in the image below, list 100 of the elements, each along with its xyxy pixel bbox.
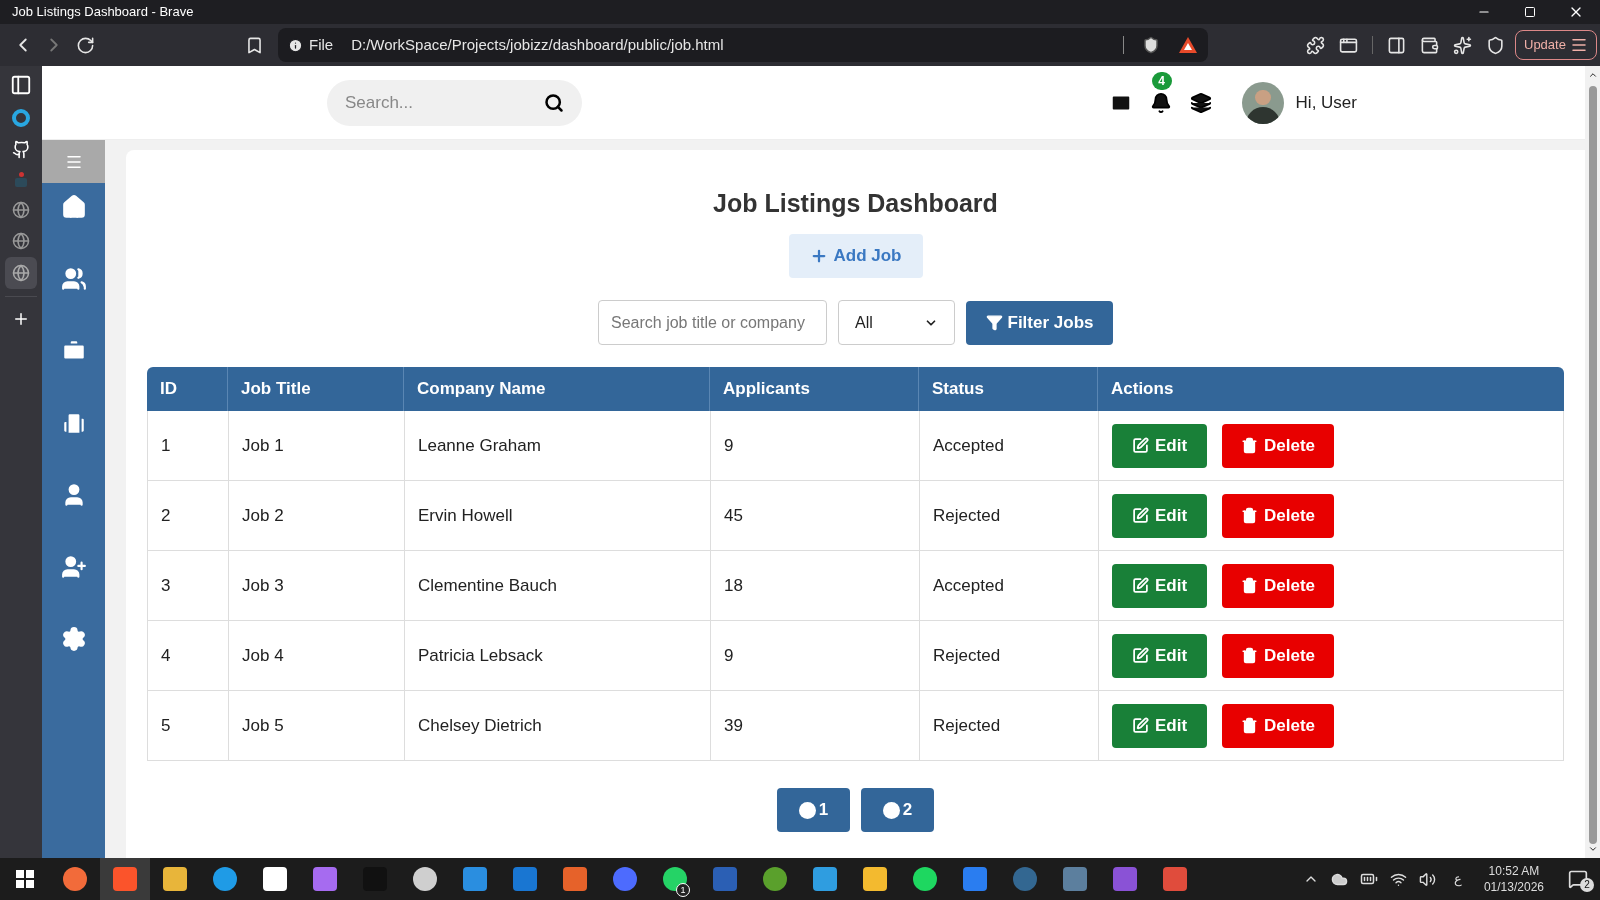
edit-button[interactable]: Edit: [1112, 703, 1207, 748]
bell-icon[interactable]: [1149, 91, 1172, 114]
status-select[interactable]: All: [838, 300, 955, 345]
info-icon: [288, 37, 303, 53]
app-icon[interactable]: [763, 867, 787, 891]
app-icon[interactable]: [413, 867, 437, 891]
edit-button[interactable]: Edit: [1112, 633, 1207, 678]
pencil-icon: [1131, 437, 1149, 454]
globe-icon[interactable]: [12, 232, 30, 250]
app-icon[interactable]: [63, 867, 87, 891]
filter-button[interactable]: Filter Jobs: [966, 300, 1113, 345]
scroll-up-icon[interactable]: [1587, 70, 1598, 80]
edit-button[interactable]: Edit: [1112, 423, 1207, 468]
add-icon[interactable]: [12, 310, 30, 328]
sidebar-icon[interactable]: [1387, 35, 1406, 55]
reload-icon[interactable]: [76, 35, 95, 55]
app-icon[interactable]: [213, 867, 237, 891]
sparkle-icon[interactable]: [1453, 35, 1472, 55]
avatar[interactable]: [1241, 81, 1284, 124]
table-cell-text: 4: [161, 644, 171, 667]
update-button[interactable]: Update: [1515, 30, 1597, 60]
column-header: Actions: [1111, 378, 1174, 401]
table-cell-text: 1: [161, 434, 171, 457]
bookmark-icon[interactable]: [245, 35, 264, 55]
panel-icon[interactable]: [10, 74, 32, 96]
table-cell-text: Job 2: [242, 504, 284, 527]
trash-icon: [1241, 717, 1258, 734]
github-icon[interactable]: [11, 140, 31, 159]
url-scheme: File: [309, 34, 334, 55]
restore-icon: [1524, 6, 1536, 18]
wallet-icon[interactable]: [1420, 35, 1439, 55]
column-header: Applicants: [723, 378, 810, 401]
table-cell-text: Rejected: [933, 504, 1001, 527]
add-job-button[interactable]: Add Job: [788, 234, 923, 278]
settings-icon[interactable]: [60, 626, 87, 652]
column-header: Status: [932, 378, 984, 401]
job-search-field[interactable]: Search job title or company: [598, 300, 827, 345]
badge: 1: [676, 883, 690, 897]
globe-icon: [12, 264, 30, 282]
app-icon[interactable]: [913, 867, 937, 891]
notification-count: 2: [1580, 878, 1594, 892]
triangle-icon[interactable]: [1178, 36, 1198, 54]
delete-button[interactable]: Delete: [1222, 423, 1334, 468]
address-bar[interactable]: File D:/WorkSpace/Projects/jobizz/dashboard/public/job.html: [278, 28, 1208, 62]
shield-icon[interactable]: [1486, 35, 1505, 55]
clock-date[interactable]: 01/13/2026: [1483, 879, 1544, 895]
notification-icon[interactable]: [1568, 869, 1588, 889]
clock-time[interactable]: 10:52 AM: [1488, 863, 1540, 879]
layers-icon[interactable]: [1189, 91, 1212, 114]
search-field[interactable]: Search...: [327, 79, 582, 126]
edit-button[interactable]: Edit: [1112, 563, 1207, 608]
page-button[interactable]: 1: [777, 788, 850, 832]
page-title: Job Listings Dashboard: [713, 188, 998, 218]
search-icon[interactable]: [544, 92, 564, 113]
app-icon[interactable]: [663, 867, 687, 891]
globe-tab[interactable]: [5, 257, 37, 289]
table-cell-text: Clementine Bauch: [418, 574, 557, 597]
pencil-icon: [1131, 577, 1149, 594]
page-button[interactable]: 2: [861, 788, 934, 832]
delete-button[interactable]: Delete: [1222, 703, 1334, 748]
volume-icon[interactable]: [1418, 870, 1436, 888]
home-icon[interactable]: [60, 194, 87, 220]
add-user-icon[interactable]: [60, 554, 87, 580]
scrollbar[interactable]: [1585, 66, 1600, 858]
table-cell-text: 3: [161, 574, 171, 597]
table-cell-text: Patricia Lebsack: [418, 644, 543, 667]
trash-icon: [1241, 647, 1258, 664]
table-cell-text: Leanne Graham: [418, 434, 541, 457]
edit-button[interactable]: Edit: [1112, 493, 1207, 538]
table-cell-text: Rejected: [933, 714, 1001, 737]
extensions-icon[interactable]: [1306, 35, 1325, 55]
window-search-icon[interactable]: [1339, 35, 1358, 55]
keyboard-language[interactable]: ع: [1453, 869, 1462, 889]
users-icon[interactable]: [60, 266, 87, 292]
trash-icon: [1241, 437, 1258, 454]
delete-button[interactable]: Delete: [1222, 633, 1334, 678]
table-cell-text: 18: [724, 574, 743, 597]
globe-icon[interactable]: [12, 201, 30, 219]
table-cell-text: 2: [161, 504, 171, 527]
table-cell-text: Rejected: [933, 644, 1001, 667]
table-cell-text: 9: [724, 644, 734, 667]
table-cell-text: Job 4: [242, 644, 284, 667]
scroll-thumb[interactable]: [1588, 86, 1597, 844]
column-header: Job Title: [241, 378, 311, 401]
shield-icon[interactable]: [1142, 36, 1160, 54]
table-cell-text: 45: [724, 504, 743, 527]
delete-button[interactable]: Delete: [1222, 563, 1334, 608]
table-cell-text: 5: [161, 714, 171, 737]
column-header: ID: [160, 378, 177, 401]
table-cell-text: Job 5: [242, 714, 284, 737]
delete-button[interactable]: Delete: [1222, 493, 1334, 538]
menu-toggle[interactable]: [42, 140, 105, 183]
pencil-icon: [1131, 507, 1149, 524]
pencil-icon: [1131, 647, 1149, 664]
table-cell-text: Job 1: [242, 434, 284, 457]
windows-icon[interactable]: [16, 870, 34, 888]
scroll-down-icon[interactable]: [1587, 844, 1598, 854]
menu-icon: [1569, 36, 1588, 54]
trash-icon: [1241, 577, 1258, 594]
table-cell-text: 9: [724, 434, 734, 457]
